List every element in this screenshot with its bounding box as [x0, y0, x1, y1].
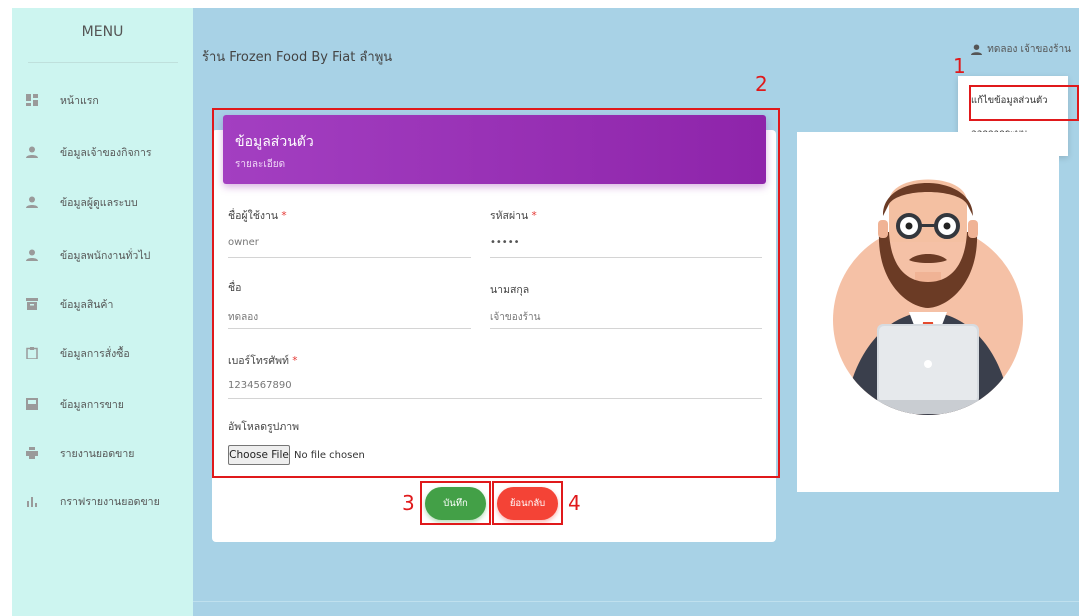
sidebar-item-label: ข้อมูลพนักงานทั่วไป	[60, 249, 151, 262]
annotation-box-form	[212, 108, 780, 478]
annotation-box-edit-profile	[969, 85, 1079, 121]
person-icon	[26, 146, 38, 158]
sidebar-item-sales-chart[interactable]: กราฟรายงานยอดขาย	[26, 490, 160, 512]
avatar-panel	[797, 132, 1059, 492]
sidebar-item-orders[interactable]: ข้อมูลการสั่งซื้อ	[26, 342, 130, 364]
sidebar: MENU หน้าแรก ข้อมูลเจ้าของกิจการ ข้อมูลผ…	[12, 8, 193, 616]
app-frame: MENU หน้าแรก ข้อมูลเจ้าของกิจการ ข้อมูลผ…	[12, 8, 1079, 616]
sidebar-item-home[interactable]: หน้าแรก	[26, 89, 99, 111]
sidebar-item-label: ข้อมูลการขาย	[60, 398, 124, 411]
annotation-label-4: 4	[568, 491, 581, 515]
dashboard-icon	[26, 94, 38, 106]
sidebar-item-sales-report[interactable]: รายงานยอดขาย	[26, 442, 134, 464]
clipboard-icon	[26, 347, 38, 359]
avatar-illustration	[833, 179, 1023, 415]
menu-divider	[28, 62, 178, 63]
person-icon	[26, 196, 38, 208]
sidebar-item-label: ข้อมูลการสั่งซื้อ	[60, 347, 130, 360]
user-name: ทดลอง เจ้าของร้าน	[987, 44, 1071, 55]
shop-title: ร้าน Frozen Food By Fiat ลำพูน	[202, 50, 393, 65]
sidebar-item-label: ข้อมูลสินค้า	[60, 298, 114, 311]
sidebar-item-products[interactable]: ข้อมูลสินค้า	[26, 293, 113, 315]
annotation-box-back	[492, 481, 563, 525]
sidebar-item-owner[interactable]: ข้อมูลเจ้าของกิจการ	[26, 141, 152, 163]
sidebar-item-sales[interactable]: ข้อมูลการขาย	[26, 393, 124, 415]
print-icon	[26, 447, 38, 459]
annotation-label-3: 3	[402, 491, 415, 515]
footer-divider	[193, 601, 1079, 602]
sidebar-item-label: รายงานยอดขาย	[60, 447, 135, 460]
sidebar-item-label: ข้อมูลผู้ดูแลระบบ	[60, 196, 138, 209]
person-icon	[26, 249, 38, 261]
user-menu-button[interactable]: ทดลอง เจ้าของร้าน	[971, 42, 1071, 57]
inbox-icon	[26, 398, 38, 410]
user-icon	[971, 44, 983, 55]
sidebar-item-staff[interactable]: ข้อมูลพนักงานทั่วไป	[26, 244, 150, 266]
annotation-label-1: 1	[953, 54, 966, 78]
bar-chart-icon	[26, 495, 38, 507]
sidebar-item-label: กราฟรายงานยอดขาย	[60, 495, 160, 508]
sidebar-item-label: ข้อมูลเจ้าของกิจการ	[60, 146, 152, 159]
annotation-label-2: 2	[755, 72, 768, 96]
sidebar-item-admin[interactable]: ข้อมูลผู้ดูแลระบบ	[26, 191, 138, 213]
archive-icon	[26, 298, 38, 310]
sidebar-item-label: หน้าแรก	[60, 94, 99, 107]
menu-title: MENU	[81, 24, 124, 40]
annotation-box-save	[420, 481, 491, 525]
